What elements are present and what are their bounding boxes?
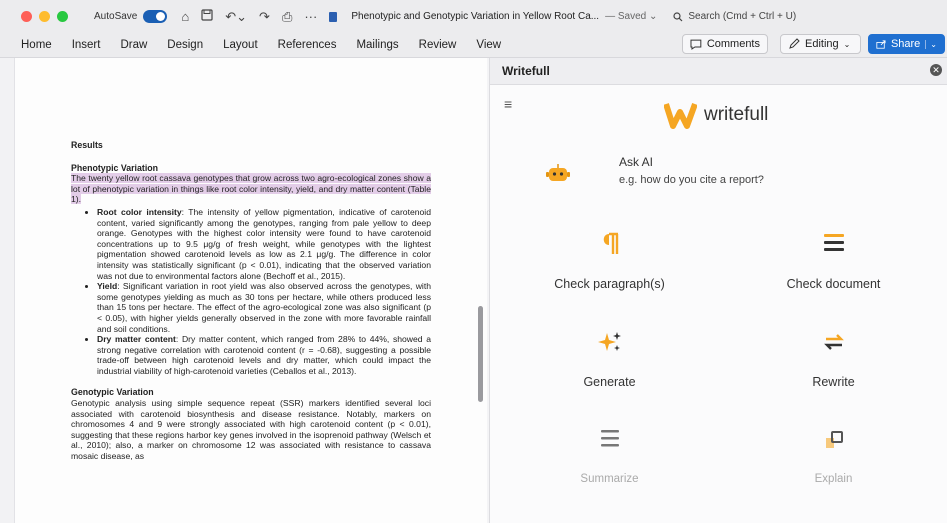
ask-ai-box[interactable]: Ask AI e.g. how do you cite a report? bbox=[546, 155, 926, 202]
bullet-term: Yield bbox=[97, 281, 118, 292]
action-label: Explain bbox=[814, 473, 853, 485]
action-label: Check document bbox=[786, 277, 881, 291]
logo-wordmark: writefull bbox=[704, 104, 769, 125]
redo-icon[interactable]: ↷ bbox=[259, 9, 270, 25]
genotypic-heading: Genotypic Variation bbox=[71, 387, 154, 398]
writefull-logo: writefull bbox=[664, 100, 768, 130]
comment-icon bbox=[690, 39, 702, 50]
action-label: Summarize bbox=[580, 473, 639, 485]
document-canvas[interactable]: Results Phenotypic Variation The twenty … bbox=[0, 58, 487, 523]
robot-icon bbox=[546, 164, 570, 181]
phenotypic-bullet-list: Root color intensity: The intensity of y… bbox=[71, 207, 431, 377]
tab-home[interactable]: Home bbox=[21, 39, 52, 51]
list-item[interactable]: Yield: Significant variation in root yie… bbox=[97, 281, 431, 334]
tab-insert[interactable]: Insert bbox=[72, 39, 101, 51]
quick-access-toolbar: ⌂ ↶⌄ ↷ ⎙ ··· bbox=[181, 9, 317, 25]
close-window-button[interactable] bbox=[21, 11, 32, 22]
close-panel-icon[interactable]: ✕ bbox=[930, 64, 942, 76]
bullet-text: : The intensity of yellow pigmentation, … bbox=[97, 206, 431, 281]
ribbon-tabs: Home Insert Draw Design Layout Reference… bbox=[0, 33, 947, 58]
explain-icon bbox=[825, 431, 843, 448]
rewrite-button[interactable]: Rewrite bbox=[719, 318, 947, 414]
chevron-down-icon: ⌄ bbox=[843, 39, 851, 49]
panel-title: Writefull bbox=[502, 64, 550, 78]
document-lines-icon bbox=[823, 234, 844, 251]
print-icon[interactable]: ⎙ bbox=[282, 9, 292, 25]
comments-label: Comments bbox=[706, 38, 760, 50]
vertical-scrollbar-thumb[interactable] bbox=[478, 306, 483, 402]
writefull-panel: Writefull ✕ ≡ writefull Ask AI e.g. how … bbox=[489, 58, 947, 523]
undo-icon[interactable]: ↶⌄ bbox=[225, 9, 247, 25]
document-page[interactable]: Results Phenotypic Variation The twenty … bbox=[71, 140, 431, 462]
tab-layout[interactable]: Layout bbox=[223, 39, 258, 51]
saved-status[interactable]: — Saved ⌄ bbox=[605, 11, 657, 22]
check-document-button[interactable]: Check document bbox=[719, 220, 947, 316]
comments-button[interactable]: Comments bbox=[682, 34, 768, 54]
share-button[interactable]: Share ⌄ bbox=[868, 34, 945, 54]
pencil-icon bbox=[789, 38, 800, 49]
action-label: Check paragraph(s) bbox=[554, 277, 665, 291]
tab-draw[interactable]: Draw bbox=[120, 39, 147, 51]
hamburger-menu-icon[interactable]: ≡ bbox=[504, 96, 512, 112]
zoom-window-button[interactable] bbox=[57, 11, 68, 22]
phenotypic-heading: Phenotypic Variation bbox=[71, 162, 159, 173]
generate-button[interactable]: Generate bbox=[495, 318, 724, 414]
share-label: Share bbox=[890, 38, 921, 50]
action-label: Generate bbox=[583, 375, 636, 389]
share-icon bbox=[876, 39, 886, 49]
bullet-text: : Significant variation in root yield wa… bbox=[97, 281, 431, 334]
editing-label: Editing bbox=[805, 38, 839, 50]
phenotypic-intro-paragraph[interactable]: The twenty yellow root cassava genotypes… bbox=[71, 173, 431, 205]
tab-review[interactable]: Review bbox=[419, 39, 457, 51]
word-document-icon bbox=[329, 11, 338, 22]
genotypic-paragraph[interactable]: Genotypic analysis using simple sequence… bbox=[71, 398, 431, 462]
results-heading: Results bbox=[71, 140, 103, 150]
check-paragraph-button[interactable]: Check paragraph(s) bbox=[495, 220, 724, 316]
more-icon[interactable]: ··· bbox=[304, 9, 317, 24]
bullet-term: Root color intensity bbox=[97, 206, 182, 217]
save-icon[interactable] bbox=[201, 9, 213, 24]
list-item[interactable]: Dry matter content: Dry matter content, … bbox=[97, 334, 431, 376]
minimize-window-button[interactable] bbox=[39, 11, 50, 22]
editing-mode-button[interactable]: Editing ⌄ bbox=[780, 34, 861, 54]
bullet-term: Dry matter content bbox=[97, 334, 176, 345]
tab-view[interactable]: View bbox=[476, 39, 501, 51]
ask-ai-label: Ask AI bbox=[619, 155, 654, 169]
sparkle-icon bbox=[597, 332, 621, 351]
share-chevron-icon[interactable]: ⌄ bbox=[925, 39, 937, 49]
panel-header: Writefull ✕ bbox=[490, 58, 947, 85]
summarize-button[interactable]: Summarize bbox=[495, 416, 724, 512]
list-item[interactable]: Root color intensity: The intensity of y… bbox=[97, 207, 431, 281]
explain-button[interactable]: Explain bbox=[719, 416, 947, 512]
rewrite-arrows-icon bbox=[823, 334, 844, 350]
left-gutter bbox=[0, 58, 15, 523]
title-bar: AutoSave ⌂ ↶⌄ ↷ ⎙ ··· Phenotypic and Gen… bbox=[0, 0, 947, 33]
search-icon bbox=[673, 11, 683, 21]
paragraph-icon bbox=[603, 232, 618, 254]
selected-text[interactable]: The twenty yellow root cassava genotypes… bbox=[71, 173, 431, 205]
tab-design[interactable]: Design bbox=[167, 39, 203, 51]
home-icon[interactable]: ⌂ bbox=[181, 9, 189, 24]
window-controls bbox=[21, 11, 68, 22]
search-label: Search (Cmd + Ctrl + U) bbox=[688, 11, 797, 22]
ask-ai-input[interactable]: e.g. how do you cite a report? bbox=[619, 174, 764, 186]
autosave-toggle[interactable] bbox=[143, 10, 168, 23]
tab-references[interactable]: References bbox=[278, 39, 337, 51]
document-title[interactable]: Phenotypic and Genotypic Variation in Ye… bbox=[351, 11, 599, 22]
search-box[interactable]: Search (Cmd + Ctrl + U) bbox=[673, 11, 796, 22]
writefull-logo-icon bbox=[664, 102, 697, 129]
action-label: Rewrite bbox=[812, 375, 855, 389]
tab-mailings[interactable]: Mailings bbox=[356, 39, 398, 51]
autosave-label: AutoSave bbox=[94, 11, 138, 22]
summarize-lines-icon bbox=[600, 430, 619, 447]
